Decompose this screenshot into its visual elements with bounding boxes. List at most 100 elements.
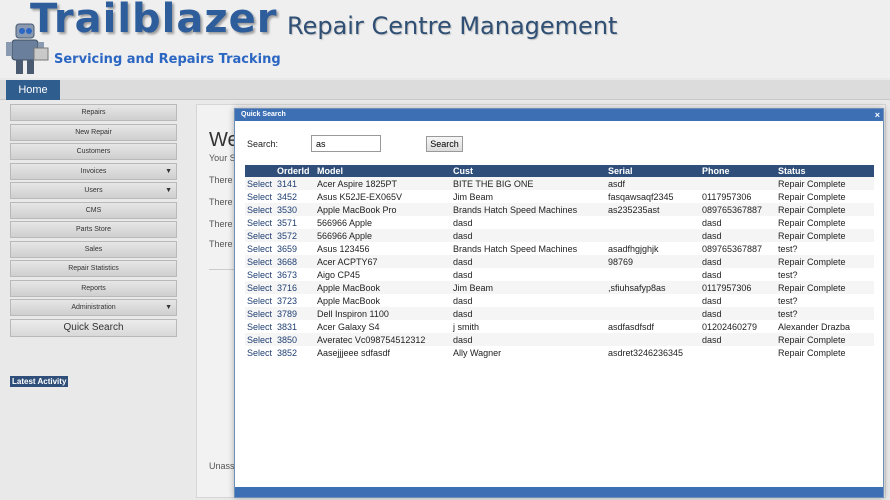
row-order-id: 3659	[275, 242, 315, 255]
sidebar-item-new-repair[interactable]: New Repair	[10, 123, 177, 141]
table-row[interactable]: Select 3141 Acer Aspire 1825PT BITE THE BIG…	[245, 177, 874, 190]
table-row[interactable]: Select 3716 Apple MacBook Jim Beam ,sfiuhsaf…	[245, 281, 874, 294]
sidebar-item-cms[interactable]: CMS	[10, 201, 177, 219]
row-phone: 089765367887	[700, 242, 776, 255]
table-row[interactable]: Select 3673 Aigo CP45 dasd dasd test?	[245, 268, 874, 281]
column-header-cust: Cust	[451, 165, 606, 177]
table-row[interactable]: Select 3850 Averatec Vc098754512312 dasd das…	[245, 333, 874, 346]
sidebar-item-users[interactable]: Users ▼	[10, 182, 177, 199]
row-customer: Jim Beam	[451, 281, 606, 294]
row-select-link[interactable]: Select	[245, 294, 275, 307]
sidebar-item-label: Customers	[76, 148, 111, 155]
row-select-link[interactable]: Select	[245, 203, 275, 216]
row-order-id: 3668	[275, 255, 315, 268]
search-input[interactable]	[311, 135, 381, 152]
quick-search-button[interactable]: Quick Search	[10, 318, 177, 337]
row-customer: dasd	[451, 268, 606, 281]
row-order-id: 3716	[275, 281, 315, 294]
table-row[interactable]: Select 3831 Acer Galaxy S4 j smith asdfasdfs…	[245, 320, 874, 333]
column-header-phone: Phone	[700, 165, 776, 177]
row-phone: dasd	[700, 268, 776, 281]
row-phone: dasd	[700, 255, 776, 268]
column-header-serial: Serial	[606, 165, 700, 177]
row-select-link[interactable]: Select	[245, 177, 275, 190]
row-serial	[606, 216, 700, 229]
table-row[interactable]: Select 3572 566966 Apple dasd dasd Repair Com…	[245, 229, 874, 242]
table-row[interactable]: Select 3668 Acer ACPTY67 dasd 98769 dasd Repai…	[245, 255, 874, 268]
row-status: Repair Complete	[776, 203, 874, 216]
row-serial: as235235ast	[606, 203, 700, 216]
tab-home[interactable]: Home	[6, 80, 60, 100]
table-row[interactable]: Select 3571 566966 Apple dasd dasd Repair Com…	[245, 216, 874, 229]
row-phone: 0117957306	[700, 190, 776, 203]
table-row[interactable]: Select 3723 Apple MacBook dasd dasd test?	[245, 294, 874, 307]
row-phone: 089765367887	[700, 203, 776, 216]
sidebar-item-repairs[interactable]: Repairs	[10, 104, 177, 121]
latest-activity-heading: Latest Activity	[10, 376, 69, 387]
table-row[interactable]: Select 3789 Dell Inspiron 1100 dasd dasd test…	[245, 307, 874, 320]
summary-line: There	[209, 175, 233, 185]
row-model: Asus K52JE-EX065V	[315, 190, 451, 203]
row-model: 566966 Apple	[315, 229, 451, 242]
sidebar-item-customers[interactable]: Customers	[10, 143, 177, 160]
summary-line: There	[209, 197, 233, 207]
summary-line: There	[209, 219, 233, 229]
row-serial: ,sfiuhsafyp8as	[606, 281, 700, 294]
sidebar-item-administration[interactable]: Administration ▼	[10, 299, 177, 316]
row-select-link[interactable]: Select	[245, 346, 275, 359]
row-select-link[interactable]: Select	[245, 190, 275, 203]
row-phone: dasd	[700, 229, 776, 242]
results-body: Select 3141 Acer Aspire 1825PT BITE THE BIG…	[245, 177, 874, 359]
row-select-link[interactable]: Select	[245, 333, 275, 346]
row-model: Apple MacBook Pro	[315, 203, 451, 216]
row-status: test?	[776, 307, 874, 320]
sidebar-item-repair-statistics[interactable]: Repair Statistics	[10, 260, 177, 277]
unassigned-label: Unass	[209, 461, 235, 471]
row-serial: asdfasdfsdf	[606, 320, 700, 333]
row-serial: asdf	[606, 177, 700, 190]
row-phone: dasd	[700, 216, 776, 229]
row-serial: asdret3246236345	[606, 346, 700, 359]
row-serial	[606, 307, 700, 320]
row-order-id: 3723	[275, 294, 315, 307]
sidebar-item-reports[interactable]: Reports	[10, 279, 177, 297]
sidebar-item-label: New Repair	[75, 128, 112, 136]
row-status: test?	[776, 242, 874, 255]
close-icon[interactable]: ×	[875, 109, 880, 121]
sidebar-item-label: Administration	[71, 304, 116, 311]
row-status: test?	[776, 268, 874, 281]
row-status: Repair Complete	[776, 255, 874, 268]
row-select-link[interactable]: Select	[245, 229, 275, 242]
sidebar-item-parts-store[interactable]: Parts Store	[10, 221, 177, 238]
dialog-title-bar[interactable]: Quick Search ×	[235, 109, 883, 121]
row-status: Repair Complete	[776, 281, 874, 294]
results-table: OrderId Model Cust Serial Phone Status S…	[245, 165, 874, 359]
row-select-link[interactable]: Select	[245, 268, 275, 281]
row-order-id: 3571	[275, 216, 315, 229]
row-model: Aasejjjeee sdfasdf	[315, 346, 451, 359]
table-row[interactable]: Select 3530 Apple MacBook Pro Brands Hatch …	[245, 203, 874, 216]
row-model: Averatec Vc098754512312	[315, 333, 451, 346]
search-button[interactable]: Search	[426, 136, 463, 152]
row-status: Repair Complete	[776, 333, 874, 346]
dropdown-arrow-icon: ▼	[165, 187, 172, 194]
dialog-footer-bar	[235, 487, 883, 497]
sidebar-item-label: Invoices	[80, 167, 107, 175]
row-select-link[interactable]: Select	[245, 281, 275, 294]
row-select-link[interactable]: Select	[245, 255, 275, 268]
dropdown-arrow-icon: ▼	[165, 167, 172, 175]
row-select-link[interactable]: Select	[245, 242, 275, 255]
row-select-link[interactable]: Select	[245, 307, 275, 320]
table-row[interactable]: Select 3659 Asus 123456 Brands Hatch Speed …	[245, 242, 874, 255]
row-select-link[interactable]: Select	[245, 216, 275, 229]
row-serial: asadfhgjghjk	[606, 242, 700, 255]
sidebar-item-invoices[interactable]: Invoices ▼	[10, 162, 177, 180]
sidebar-item-sales[interactable]: Sales	[10, 240, 177, 258]
row-order-id: 3141	[275, 177, 315, 190]
row-phone: 0117957306	[700, 281, 776, 294]
table-row[interactable]: Select 3452 Asus K52JE-EX065V Jim Beam fasqa…	[245, 190, 874, 203]
row-select-link[interactable]: Select	[245, 320, 275, 333]
row-model: Apple MacBook	[315, 281, 451, 294]
table-row[interactable]: Select 3852 Aasejjjeee sdfasdf Ally Wagner a…	[245, 346, 874, 359]
brand-tagline: Servicing and Repairs Tracking	[54, 52, 281, 67]
